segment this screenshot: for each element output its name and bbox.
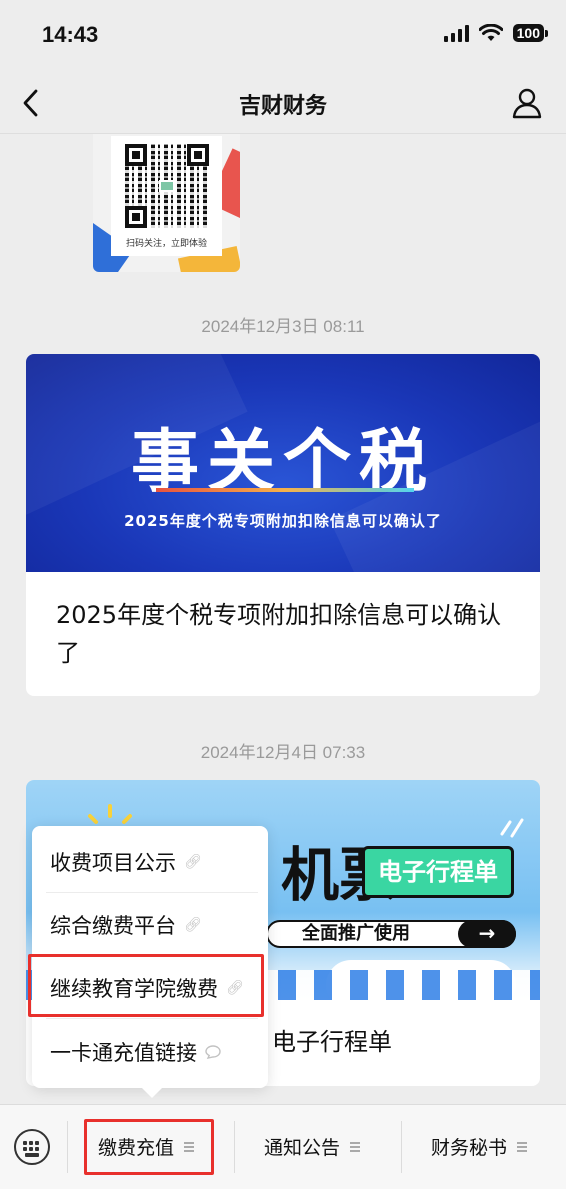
cellular-signal-icon <box>443 24 469 42</box>
popup-caret <box>142 1088 162 1098</box>
profile-icon[interactable] <box>510 86 544 120</box>
battery-icon: 100 <box>512 24 549 42</box>
menu-lines-icon <box>517 1141 528 1152</box>
menu-item-continuing-education-payment[interactable]: 继续教育学院缴费 🔗︎ <box>32 956 268 1019</box>
article-title: 电子行程单 <box>272 1028 392 1056</box>
page-title: 吉财财务 <box>238 94 327 119</box>
link-icon: 🔗︎ <box>226 979 244 996</box>
arrow-right-icon: → <box>458 920 516 948</box>
menu-tab-finance-secretary[interactable]: 财务秘书 <box>431 1133 528 1160</box>
qr-code-image[interactable]: 扫码关注，立即体验 <box>93 134 240 272</box>
message-timestamp: 2024年12月4日 07:33 <box>200 743 366 762</box>
spark-icon <box>500 818 524 838</box>
menu-tab-label: 财务秘书 <box>431 1137 508 1159</box>
menu-item-label: 综合缴费平台 <box>50 913 176 938</box>
bottom-menu-bar: 缴费充值 通知公告 财务秘书 <box>0 1104 566 1189</box>
article-title: 2025年度个税专项附加扣除信息可以确认了 <box>56 601 502 667</box>
menu-lines-icon <box>184 1141 195 1152</box>
banner-pill: 电子行程单 <box>362 846 514 898</box>
status-icons: 100 <box>443 24 549 42</box>
menu-tab-notices[interactable]: 通知公告 <box>264 1133 361 1160</box>
message-timestamp: 2024年12月3日 08:11 <box>201 317 365 336</box>
qr-panel: 扫码关注，立即体验 <box>111 136 222 256</box>
banner-strip-label: 全面推广使用 <box>302 923 410 944</box>
menu-item-card-recharge[interactable]: 一卡通充值链接 <box>32 1020 268 1083</box>
menu-tab-label: 通知公告 <box>264 1137 341 1159</box>
status-bar: 14:43 100 <box>0 0 566 72</box>
menu-item-fee-items[interactable]: 收费项目公示 🔗︎ <box>32 830 268 893</box>
banner-divider <box>156 488 414 492</box>
qr-caption: 扫码关注，立即体验 <box>125 239 207 249</box>
menu-item-label: 继续教育学院缴费 <box>50 976 218 1001</box>
qr-code-icon <box>125 144 209 228</box>
chat-bubble-icon <box>205 1044 221 1059</box>
article-banner: 事关个税 2025年度个税专项附加扣除信息可以确认了 <box>26 354 540 572</box>
keyboard-icon[interactable] <box>14 1129 50 1165</box>
wifi-icon <box>478 24 503 41</box>
link-icon: 🔗︎ <box>184 853 202 870</box>
popup-menu: 收费项目公示 🔗︎ 综合缴费平台 🔗︎ 继续教育学院缴费 🔗︎ 一卡通充值链接 <box>32 826 268 1088</box>
article-card[interactable]: 事关个税 2025年度个税专项附加扣除信息可以确认了 2025年度个税专项附加扣… <box>26 354 540 696</box>
menu-item-label: 收费项目公示 <box>50 850 176 875</box>
link-icon: 🔗︎ <box>184 916 202 933</box>
menu-item-label: 一卡通充值链接 <box>50 1040 197 1065</box>
menu-lines-icon <box>350 1141 361 1152</box>
nav-bar: 吉财财务 <box>0 72 566 134</box>
menu-item-payment-platform[interactable]: 综合缴费平台 🔗︎ <box>32 893 268 956</box>
banner-subtitle: 2025年度个税专项附加扣除信息可以确认了 <box>124 512 442 530</box>
status-time: 14:43 <box>42 22 99 47</box>
menu-tab-label: 缴费充值 <box>98 1137 175 1159</box>
menu-tab-payment-recharge[interactable]: 缴费充值 <box>98 1133 195 1160</box>
banner-strip: 全面推广使用 → <box>266 920 516 948</box>
